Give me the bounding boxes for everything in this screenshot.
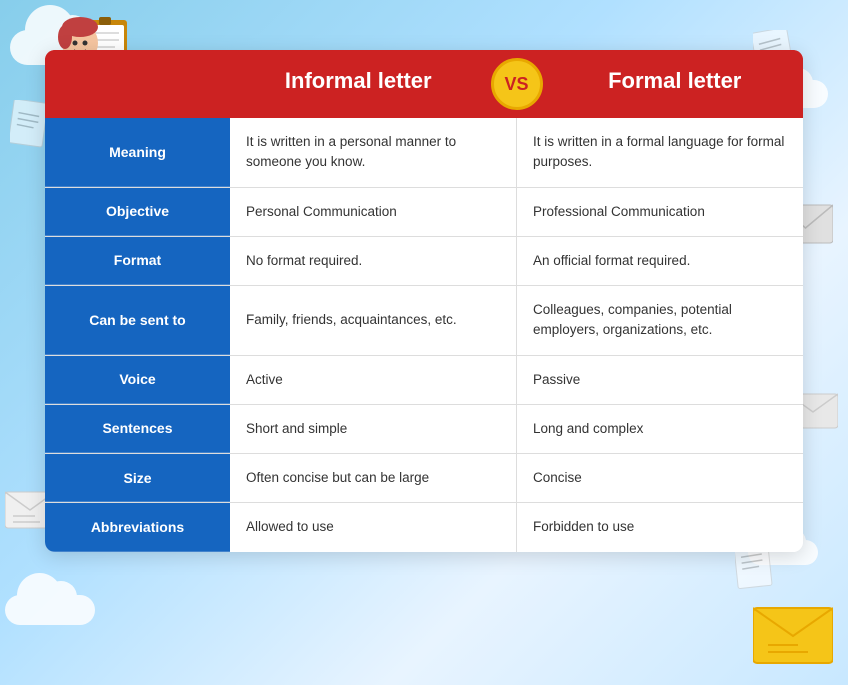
table-row: Can be sent toFamily, friends, acquainta… [45,286,803,356]
row-label-2: Format [45,237,230,285]
cloud-decoration-4 [5,595,95,625]
row-formal-4: Passive [517,356,803,404]
table-row: ObjectivePersonal CommunicationProfessio… [45,188,803,237]
row-formal-1: Professional Communication [517,188,803,236]
row-informal-3: Family, friends, acquaintances, etc. [230,286,517,355]
paper-decoration-2 [10,100,48,153]
header-label-spacer [45,50,230,118]
row-informal-6: Often concise but can be large [230,454,517,502]
row-label-0: Meaning [45,118,230,187]
vs-circle: VS [491,58,543,110]
row-informal-0: It is written in a personal manner to so… [230,118,517,187]
table-row: VoiceActivePassive [45,356,803,405]
row-label-4: Voice [45,356,230,404]
table-row: MeaningIt is written in a personal manne… [45,118,803,188]
row-formal-6: Concise [517,454,803,502]
row-label-1: Objective [45,188,230,236]
header-informal: Informal letter [230,50,487,118]
header-formal: Formal letter [547,50,804,118]
row-label-5: Sentences [45,405,230,453]
row-label-7: Abbreviations [45,503,230,551]
row-formal-3: Colleagues, companies, potential employe… [517,286,803,355]
table-row: AbbreviationsAllowed to useForbidden to … [45,503,803,551]
comparison-table: Informal letter VS Formal letter Meaning… [45,50,803,552]
row-informal-1: Personal Communication [230,188,517,236]
row-informal-4: Active [230,356,517,404]
row-informal-7: Allowed to use [230,503,517,551]
vs-badge: VS [487,50,547,118]
table-row: SizeOften concise but can be largeConcis… [45,454,803,503]
row-formal-7: Forbidden to use [517,503,803,551]
table-row: SentencesShort and simpleLong and comple… [45,405,803,454]
table-row: FormatNo format required.An official for… [45,237,803,286]
row-formal-2: An official format required. [517,237,803,285]
table-header: Informal letter VS Formal letter [45,50,803,118]
envelope-decoration-yellow [753,600,833,670]
row-formal-5: Long and complex [517,405,803,453]
row-informal-5: Short and simple [230,405,517,453]
table-body: MeaningIt is written in a personal manne… [45,118,803,552]
row-label-3: Can be sent to [45,286,230,355]
row-label-6: Size [45,454,230,502]
row-informal-2: No format required. [230,237,517,285]
row-formal-0: It is written in a formal language for f… [517,118,803,187]
